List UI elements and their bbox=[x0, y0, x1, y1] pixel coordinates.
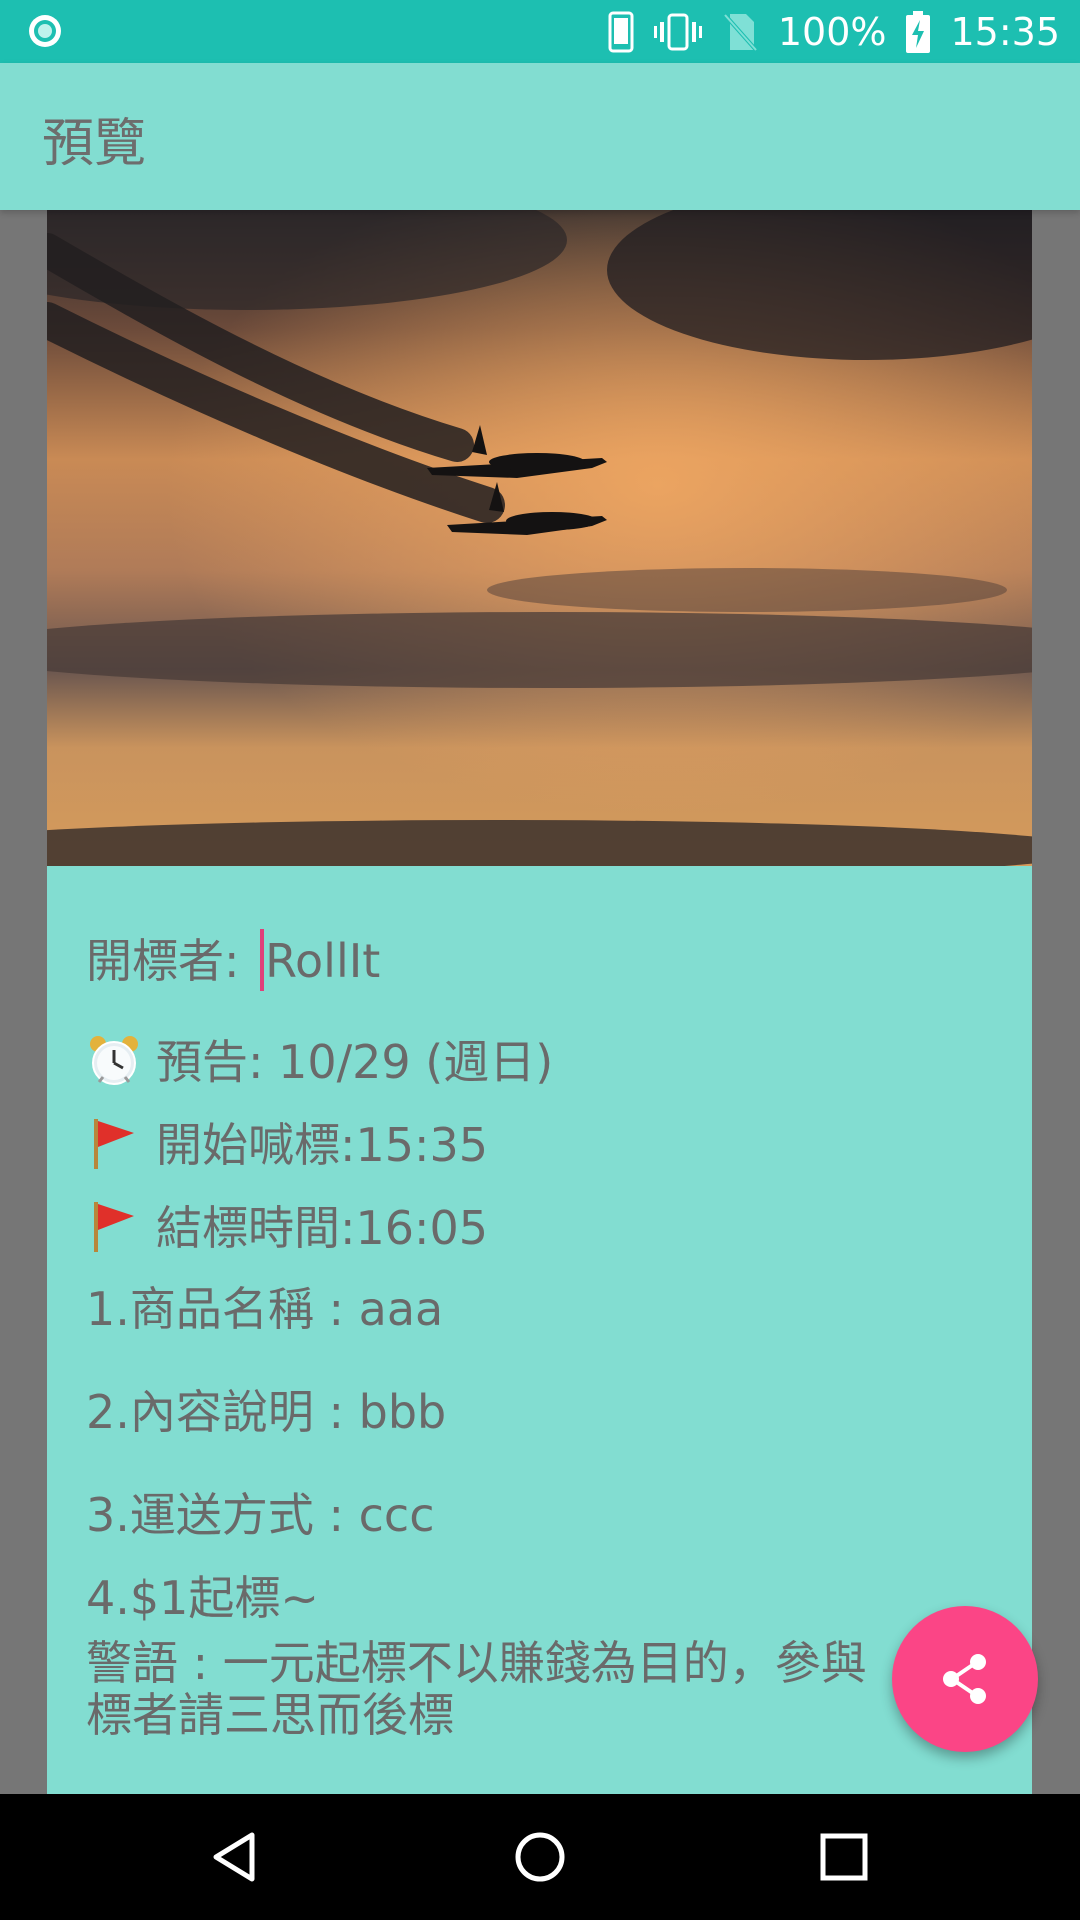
back-icon[interactable] bbox=[206, 1827, 266, 1887]
navigation-bar bbox=[0, 1794, 1080, 1920]
red-flag-icon bbox=[94, 1202, 134, 1252]
status-bar: 100% 15:35 bbox=[0, 0, 1080, 63]
start-price-row: 4.$1起標~ bbox=[86, 1571, 319, 1625]
item-name-row: 1.商品名稱 : aaa bbox=[86, 1282, 444, 1336]
screen: 100% 15:35 預覽 開標者: RollIt 預告: 10/29 (週日)… bbox=[0, 0, 1080, 1920]
warning-text: 警語 : 一元起標不以賺錢為目的，參與標者請三思而後標 bbox=[86, 1636, 867, 1742]
end-time-text: 結標時間:16:05 bbox=[156, 1201, 489, 1255]
start-row: 開始喊標:15:35 bbox=[86, 1115, 488, 1173]
home-icon[interactable] bbox=[510, 1827, 570, 1887]
page-title: 預覽 bbox=[42, 114, 147, 174]
battery-percent: 100% bbox=[777, 9, 887, 54]
recents-icon[interactable] bbox=[814, 1827, 874, 1887]
app-bar: 預覽 bbox=[0, 63, 1080, 210]
app-notification-icon bbox=[29, 15, 61, 47]
battery-charging-icon bbox=[906, 10, 931, 53]
clock: 15:35 bbox=[950, 9, 1060, 54]
shipping-row: 3.運送方式 : ccc bbox=[86, 1488, 435, 1542]
bidder-label: 開標者: bbox=[86, 934, 255, 988]
text-cursor bbox=[260, 929, 265, 991]
post-photo bbox=[47, 210, 1032, 866]
preview-card: 開標者: RollIt 預告: 10/29 (週日) 開始喊標:15:35 結標… bbox=[47, 210, 1032, 1794]
end-row: 結標時間:16:05 bbox=[86, 1198, 488, 1256]
no-sim-icon bbox=[723, 13, 758, 51]
phone-icon bbox=[608, 11, 634, 52]
start-time-text: 開始喊標:15:35 bbox=[156, 1118, 489, 1172]
status-right: 100% 15:35 bbox=[608, 0, 1060, 63]
preview-text: 預告: 10/29 (週日) bbox=[156, 1035, 554, 1089]
share-button[interactable] bbox=[892, 1606, 1038, 1752]
alarm-clock-icon bbox=[90, 1036, 138, 1085]
preview-row: 預告: 10/29 (週日) bbox=[86, 1032, 553, 1090]
description-row: 2.內容說明 : bbb bbox=[86, 1385, 447, 1439]
vibrate-icon bbox=[653, 13, 702, 50]
red-flag-icon bbox=[94, 1119, 134, 1169]
bidder-name[interactable]: RollIt bbox=[265, 934, 380, 988]
share-icon bbox=[943, 1654, 986, 1704]
bidder-row: 開標者: RollIt bbox=[86, 929, 380, 991]
